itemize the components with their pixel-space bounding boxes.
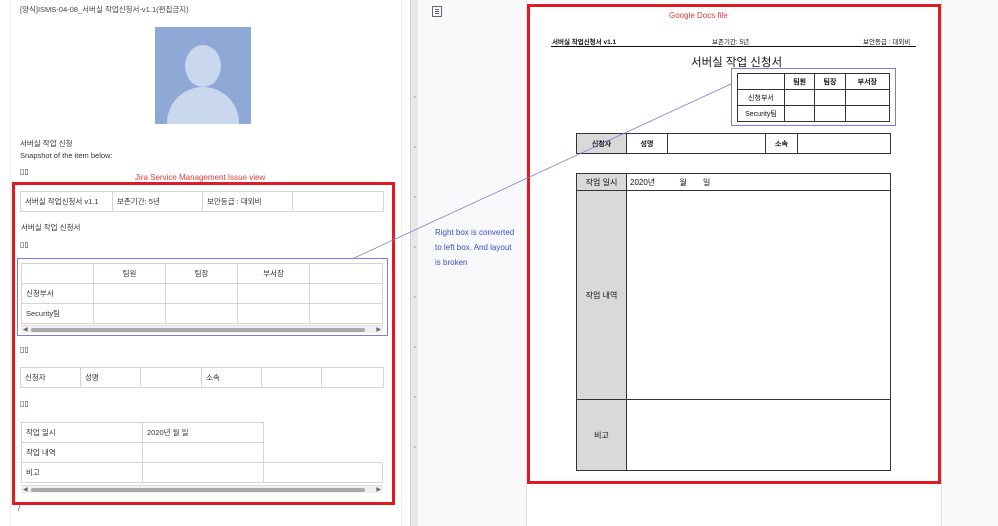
scrollbar-thumb[interactable]	[31, 488, 365, 492]
jira-caption: Jira Service Management Issue view	[135, 173, 266, 182]
header-cell-empty	[292, 191, 384, 212]
applicant-empty-cell	[321, 367, 384, 388]
work-details-value	[142, 442, 264, 463]
approval-cell	[165, 283, 238, 304]
doc-approval-table: 팀원 팀장 부서장 신청부서 Security팀	[737, 73, 891, 122]
affiliation-label: 소속	[765, 133, 798, 154]
outline-icon[interactable]	[432, 6, 442, 17]
scroll-left-arrow-icon[interactable]: ◀	[23, 486, 28, 494]
jira-section-heading: 서버실 작업 신청	[20, 139, 73, 148]
work-datetime-value[interactable]: 2020년 월 일	[626, 173, 891, 191]
work-datetime-value: 2020년 월 일	[142, 422, 264, 443]
docs-caption: Google Docs file	[669, 11, 728, 20]
approval-cell	[237, 283, 310, 304]
broken-glyph: ▯▯	[20, 167, 29, 176]
approval-corner-cell	[21, 263, 94, 284]
avatar-placeholder-icon	[155, 27, 251, 124]
name-value-cell	[140, 367, 202, 388]
doc-header-center: 보존기간: 5년	[712, 39, 750, 46]
work-day: 일	[703, 177, 711, 187]
applicant-label: 신청자	[576, 133, 627, 154]
notes-extra-cell	[263, 462, 383, 483]
pane-splitter[interactable]	[410, 0, 418, 526]
approval-header: 팀원	[783, 73, 816, 90]
scroll-right-arrow-icon[interactable]: ▶	[376, 326, 381, 334]
work-month: 월	[679, 177, 687, 187]
header-cell-doc: 서버실 작업신청서 v1.1	[20, 191, 113, 212]
approval-cell	[844, 105, 891, 122]
doc-header-rule	[551, 46, 916, 47]
name-value-cell	[667, 133, 766, 154]
footer-char: /	[18, 504, 21, 513]
affiliation-label: 소속	[201, 367, 262, 388]
approval-empty-cell	[309, 263, 383, 284]
approval-corner-cell	[737, 73, 785, 90]
notes-value[interactable]	[626, 399, 891, 471]
annotation-text: Right box is converted to left box. And …	[435, 228, 515, 267]
approval-cell	[309, 303, 383, 324]
work-details-value[interactable]	[626, 190, 891, 400]
approval-cell	[783, 105, 816, 122]
jira-attachment-title[interactable]: [양식]ISMS-04-08_서버실 작업신청서-v1.1(편집금지)	[20, 4, 189, 15]
work-empty-cell	[264, 443, 383, 463]
approval-row-label: Security팀	[737, 105, 785, 122]
approval-cell	[309, 283, 383, 304]
approval-header: 부서장	[237, 263, 310, 284]
approval-cell	[814, 89, 846, 106]
work-datetime-label: 작업 일시	[576, 173, 627, 191]
work-year: 2020년	[630, 177, 656, 187]
affiliation-value-cell	[797, 133, 891, 154]
approval-row-label: 신청부서	[737, 89, 785, 106]
doc-work-table: 작업 일시 2020년 월 일 작업 내역 비고	[576, 173, 891, 471]
approval-cell	[93, 283, 166, 304]
approval-table-scrollbar[interactable]: ◀ ▶	[21, 325, 383, 333]
work-details-label: 작업 내역	[21, 442, 143, 463]
broken-glyph: ▯▯	[20, 240, 29, 249]
approval-row-label: 신청부서	[21, 283, 94, 304]
approval-cell	[93, 303, 166, 324]
doc-applicant-table: 신청자 성명 소속	[576, 133, 891, 154]
scrollbar-thumb[interactable]	[31, 328, 365, 332]
jira-issue-panel: [양식]ISMS-04-08_서버실 작업신청서-v1.1(편집금지) 서버실 …	[0, 0, 405, 526]
approval-header: 팀장	[814, 73, 846, 90]
approval-cell	[844, 89, 891, 106]
header-cell-retention: 보존기간: 5년	[112, 191, 203, 212]
approval-cell	[783, 89, 816, 106]
header-cell-security: 보안등급 : 대외비	[202, 191, 293, 212]
notes-value	[142, 462, 264, 483]
scroll-right-arrow-icon[interactable]: ▶	[376, 486, 381, 494]
approval-header: 팀장	[165, 263, 238, 284]
approval-header: 팀원	[93, 263, 166, 284]
broken-glyph: ▯▯	[20, 399, 29, 408]
jira-applicant-table: 신청자 성명 소속	[20, 367, 384, 388]
work-table-scrollbar[interactable]: ◀ ▶	[21, 485, 383, 493]
approval-cell	[814, 105, 846, 122]
doc-header-right: 보안등급 : 대외비	[863, 39, 911, 46]
doc-header-left: 서버실 작업신청서 v1.1	[552, 39, 617, 46]
name-label: 성명	[80, 367, 141, 388]
jira-approval-table: 팀원 팀장 부서장 신청부서 Security팀	[21, 263, 383, 324]
work-empty-cell	[264, 423, 383, 443]
work-details-label: 작업 내역	[576, 190, 627, 400]
applicant-label: 신청자	[20, 367, 81, 388]
approval-cell	[165, 303, 238, 324]
jira-header-table: 서버실 작업신청서 v1.1 보존기간: 5년 보안등급 : 대외비	[20, 191, 384, 212]
scroll-left-arrow-icon[interactable]: ◀	[23, 326, 28, 334]
notes-label: 비고	[21, 462, 143, 483]
affiliation-value-cell	[261, 367, 322, 388]
jira-doc-title: 서버실 작업 신청서	[21, 223, 81, 232]
name-label: 성명	[626, 133, 668, 154]
notes-label: 비고	[576, 399, 627, 471]
approval-row-label: Security팀	[21, 303, 94, 324]
approval-cell	[237, 303, 310, 324]
jira-work-table: 작업 일시 2020년 월 일 작업 내역 비고	[21, 422, 383, 483]
work-datetime-label: 작업 일시	[21, 422, 143, 443]
broken-glyph: ▯▯	[20, 345, 29, 354]
approval-header: 부서장	[844, 73, 891, 90]
jira-snapshot-text: Snapshot of the item below:	[20, 151, 113, 160]
